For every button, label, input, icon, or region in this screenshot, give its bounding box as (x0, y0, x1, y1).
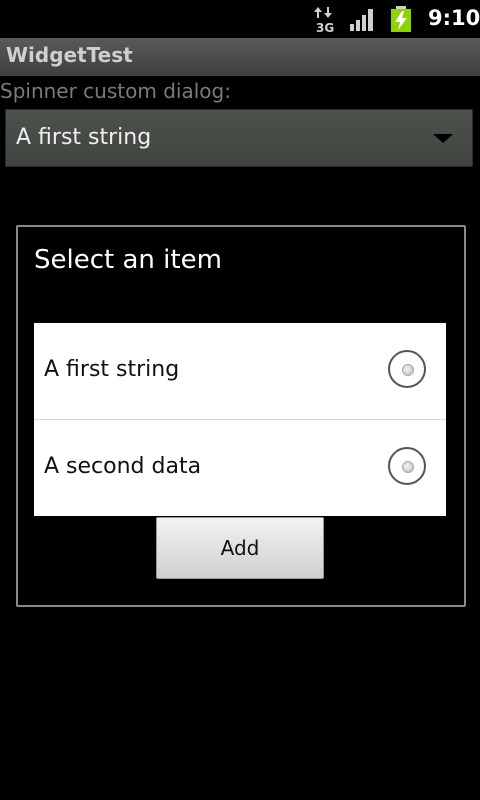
list-item-label: A second data (44, 454, 202, 479)
radio-dot (402, 461, 414, 473)
dropdown-arrow-icon (433, 134, 453, 143)
battery-charging-icon (391, 6, 411, 32)
radio-dot (402, 364, 414, 376)
radio-button[interactable] (388, 350, 426, 388)
select-item-dialog: Select an item A first string A second d… (16, 225, 466, 607)
list-item-label: A first string (44, 357, 180, 382)
dialog-title: Select an item (34, 245, 222, 275)
list-item[interactable]: A second data (34, 420, 446, 516)
app-title-bar: WidgetTest (0, 38, 480, 76)
network-type-label: 3G (316, 21, 334, 33)
spinner-label: Spinner custom dialog: (0, 79, 231, 103)
add-button[interactable]: Add (156, 517, 324, 579)
status-bar: 3G 9:10 (0, 0, 480, 38)
3g-icon: 3G (314, 7, 334, 33)
list-item[interactable]: A first string (34, 323, 446, 420)
spinner-selected-value: A first string (16, 125, 152, 150)
signal-icon (350, 9, 373, 31)
spinner-dropdown[interactable]: A first string (5, 109, 473, 167)
app-title: WidgetTest (6, 43, 133, 67)
clock: 9:10 (428, 6, 480, 30)
item-list: A first string A second data (34, 323, 446, 516)
radio-button[interactable] (388, 447, 426, 485)
